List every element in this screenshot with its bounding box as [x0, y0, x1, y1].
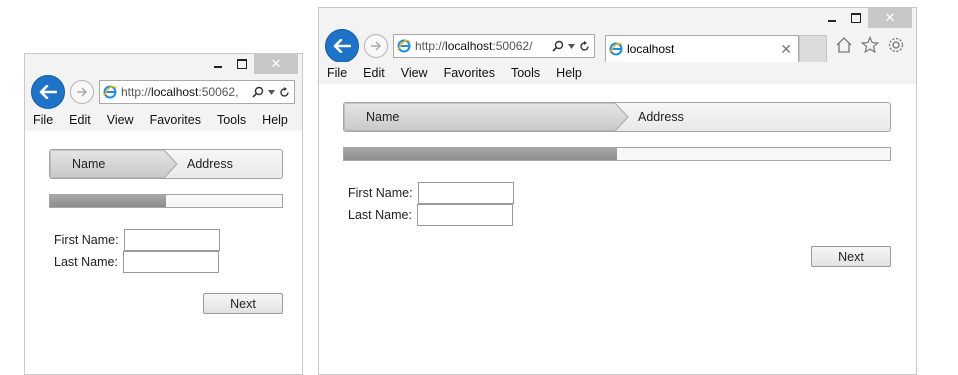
menu-file[interactable]: File	[25, 113, 61, 127]
last-name-label: Last Name:	[54, 255, 118, 269]
first-name-row: First Name:	[348, 182, 514, 204]
next-button[interactable]: Next	[811, 246, 891, 267]
menu-view[interactable]: View	[99, 113, 142, 127]
forward-button[interactable]	[364, 34, 388, 58]
refresh-icon[interactable]	[579, 40, 590, 52]
first-name-input[interactable]	[123, 229, 220, 251]
ie-logo-icon	[397, 39, 411, 53]
close-button[interactable]: ✕	[868, 8, 912, 28]
menu-favorites[interactable]: Favorites	[436, 66, 503, 80]
menu-bar: File Edit View Favorites Tools Help	[319, 62, 916, 85]
new-tab-button[interactable]	[799, 35, 827, 63]
maximize-button[interactable]	[844, 8, 868, 28]
tab-close-icon[interactable]: ✕	[780, 41, 792, 58]
wizard-step-address[interactable]: Address	[638, 110, 684, 124]
url-host: localhost	[151, 85, 199, 99]
minimize-icon	[214, 66, 222, 68]
ie-logo-icon	[103, 85, 117, 99]
address-bar[interactable]: http://localhost:50062,	[99, 80, 295, 104]
wizard-step-address[interactable]: Address	[187, 157, 233, 171]
first-name-label: First Name:	[54, 233, 119, 247]
wizard-step-name[interactable]: Name	[366, 110, 399, 124]
progress-bar	[343, 147, 891, 161]
chevron-down-icon[interactable]	[268, 89, 275, 95]
progress-fill	[50, 195, 166, 207]
favorites-star-icon[interactable]	[861, 36, 879, 54]
minimize-button[interactable]	[820, 8, 844, 28]
menu-help[interactable]: Help	[548, 66, 590, 80]
wizard-step-name[interactable]: Name	[72, 157, 105, 171]
last-name-input[interactable]	[122, 251, 219, 273]
menu-edit[interactable]: Edit	[355, 66, 393, 80]
wizard-steps: Name Address	[343, 102, 891, 132]
window-controls: ✕	[206, 54, 298, 74]
url-prefix: http://	[121, 85, 152, 99]
url-host: localhost	[445, 39, 493, 53]
tab-title: localhost	[627, 42, 675, 56]
maximize-icon	[237, 59, 247, 69]
navigation-bar: http://localhost:50062/	[325, 29, 595, 63]
settings-gear-icon[interactable]	[887, 36, 905, 54]
forward-arrow-icon	[371, 41, 382, 51]
page-content: Name Address First Name: Last Name: Next	[319, 84, 916, 374]
menu-bar: File Edit View Favorites Tools Help	[25, 109, 302, 132]
first-name-label: First Name:	[348, 186, 413, 200]
back-arrow-icon	[333, 39, 351, 53]
minimize-button[interactable]	[206, 54, 230, 74]
minimize-icon	[828, 20, 836, 22]
last-name-input[interactable]	[416, 204, 513, 226]
back-arrow-icon	[39, 85, 57, 99]
browser-window-large: ✕ http://localhost:50062/ localhost ✕ F	[318, 7, 917, 375]
last-name-row: Last Name:	[54, 251, 219, 273]
refresh-icon[interactable]	[279, 86, 290, 98]
menu-help[interactable]: Help	[254, 113, 296, 127]
menu-file[interactable]: File	[319, 66, 355, 80]
address-bar[interactable]: http://localhost:50062/	[393, 34, 595, 58]
last-name-row: Last Name:	[348, 204, 513, 226]
back-button[interactable]	[325, 29, 359, 63]
back-button[interactable]	[31, 75, 65, 109]
address-tools	[248, 81, 294, 103]
close-button[interactable]: ✕	[254, 54, 298, 74]
wizard-steps: Name Address	[49, 149, 283, 179]
first-name-input[interactable]	[417, 182, 514, 204]
next-button[interactable]: Next	[203, 293, 283, 314]
menu-edit[interactable]: Edit	[61, 113, 99, 127]
menu-tools[interactable]: Tools	[503, 66, 548, 80]
home-icon[interactable]	[835, 36, 853, 54]
progress-fill	[344, 148, 617, 160]
browser-tab[interactable]: localhost ✕	[605, 35, 799, 62]
forward-arrow-icon	[77, 87, 88, 97]
last-name-label: Last Name:	[348, 208, 412, 222]
close-icon: ✕	[270, 56, 282, 72]
url-suffix: :50062,	[198, 85, 239, 99]
search-icon[interactable]	[252, 86, 264, 98]
maximize-icon	[851, 13, 861, 23]
active-step-highlight	[50, 150, 178, 178]
toolbar-icons	[835, 36, 905, 54]
chevron-down-icon[interactable]	[568, 43, 575, 49]
forward-button[interactable]	[70, 80, 94, 104]
first-name-row: First Name:	[54, 229, 220, 251]
url-suffix: :50062/	[492, 39, 533, 53]
menu-tools[interactable]: Tools	[209, 113, 254, 127]
address-tools	[548, 35, 594, 57]
ie-logo-icon	[609, 42, 623, 56]
url-prefix: http://	[415, 39, 446, 53]
maximize-button[interactable]	[230, 54, 254, 74]
search-icon[interactable]	[552, 40, 564, 52]
progress-bar	[49, 194, 283, 208]
window-controls: ✕	[820, 8, 912, 28]
close-icon: ✕	[884, 10, 896, 26]
menu-view[interactable]: View	[393, 66, 436, 80]
browser-window-small: ✕ http://localhost:50062, File Edit View…	[24, 53, 303, 375]
navigation-bar: http://localhost:50062,	[31, 75, 295, 109]
page-content: Name Address First Name: Last Name: Next	[25, 131, 302, 374]
menu-favorites[interactable]: Favorites	[142, 113, 209, 127]
